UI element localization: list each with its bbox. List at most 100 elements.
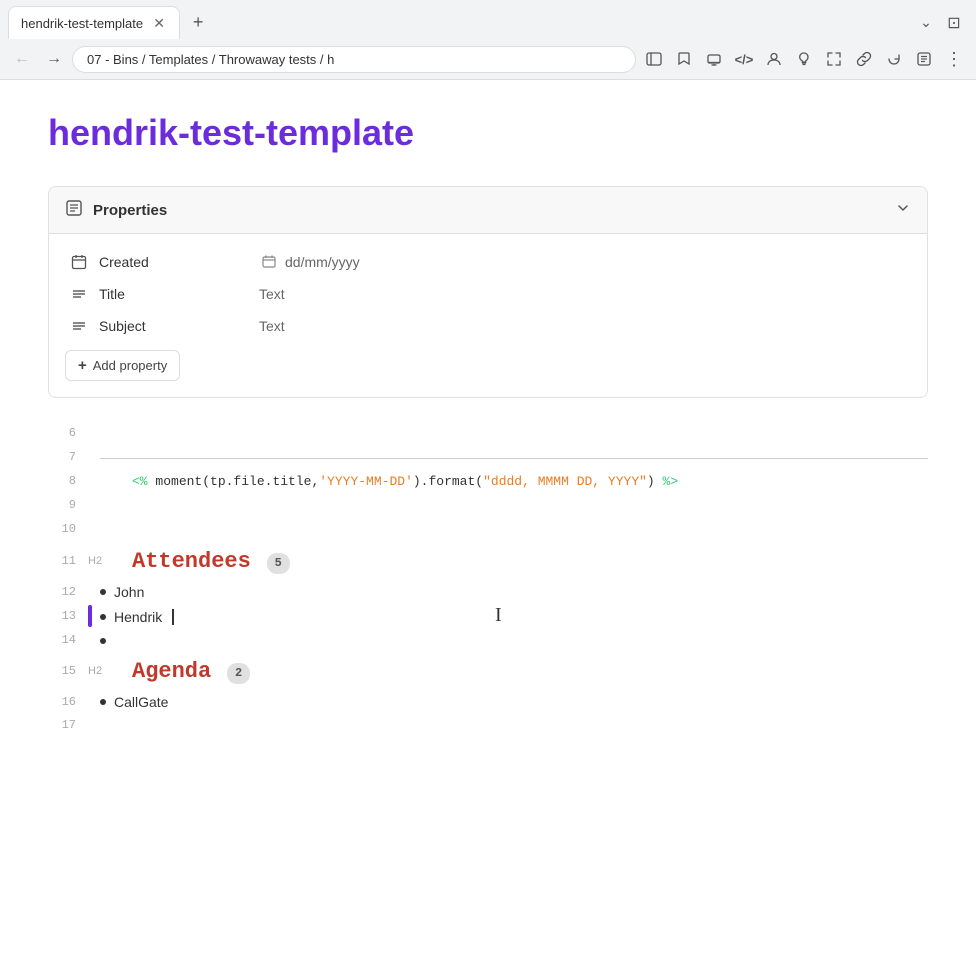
browser-chrome: hendrik-test-template ✕ + ⌄ ⊡ ← → 07 - B… [0, 0, 976, 80]
calendar-value-icon [259, 255, 279, 269]
line-number-17: 17 [48, 714, 88, 735]
lines-icon-subject [69, 318, 89, 334]
properties-header[interactable]: Properties [49, 187, 927, 234]
bullet-dot-hendrik [100, 614, 106, 620]
attendees-heading: Attendees [132, 549, 251, 574]
line-number-11: 11 [48, 550, 88, 571]
line-content-7 [100, 446, 928, 461]
line-number-15: 15 [48, 660, 88, 681]
line-type-h2-attendees: H2 [88, 551, 120, 571]
tab-end-controls: ⌄ ⊡ [912, 9, 968, 37]
code-display-format: "dddd, MMMM DD, YYYY" [483, 474, 647, 489]
back-button[interactable]: ← [8, 45, 36, 73]
cast-icon[interactable] [700, 45, 728, 73]
code-date-format-arg: 'YYYY-MM-DD' [319, 474, 413, 489]
bullet-text-callgate: CallGate [114, 691, 168, 713]
editor-line-10: 10 [48, 518, 928, 542]
agenda-badge: 2 [227, 663, 250, 684]
line-number-10: 10 [48, 518, 88, 539]
editor-area: 6 7 8 <% moment(tp.file.title,'YYYY-MM-D… [48, 422, 928, 738]
bullet-item-callgate: CallGate [100, 691, 928, 713]
properties-header-left: Properties [65, 199, 167, 221]
browser-menu-button[interactable]: ⋮ [940, 45, 968, 73]
line-content-16: CallGate [100, 689, 928, 713]
editor-line-8: 8 <% moment(tp.file.title,'YYYY-MM-DD').… [48, 470, 928, 494]
property-row-title[interactable]: Title Text [65, 278, 911, 310]
line-number-7: 7 [48, 446, 88, 467]
editor-line-14: 14 [48, 628, 928, 652]
add-property-icon: + [78, 357, 87, 374]
line-content-11: Attendees 5 [132, 542, 928, 579]
line-content-8: <% moment(tp.file.title,'YYYY-MM-DD').fo… [100, 470, 928, 493]
nav-actions: </> [640, 45, 968, 73]
editor-line-16: 16 CallGate [48, 689, 928, 713]
line-content-13: Hendrik [100, 604, 928, 628]
code-format-close: ) [647, 474, 655, 489]
editor-line-17: 17 [48, 714, 928, 738]
line-content-15: Agenda 2 [132, 652, 928, 689]
tab-bar: hendrik-test-template ✕ + ⌄ ⊡ [0, 0, 976, 39]
code-close-tag: %> [663, 474, 679, 489]
bullet-item-empty [100, 638, 928, 644]
line-content-9 [100, 494, 928, 517]
editor-line-6: 6 [48, 422, 928, 446]
add-property-label: Add property [93, 358, 167, 373]
agenda-heading: Agenda [132, 659, 211, 684]
editor-line-9: 9 [48, 494, 928, 518]
property-name-created: Created [99, 254, 259, 270]
address-text: 07 - Bins / Templates / Throwaway tests … [87, 52, 334, 67]
editor-line-11: 11 H2 Attendees 5 [48, 542, 928, 579]
editor-line-15: 15 H2 Agenda 2 [48, 652, 928, 689]
editor-line-12: 12 John [48, 579, 928, 603]
property-name-subject: Subject [99, 318, 259, 334]
bullet-dot-callgate [100, 699, 106, 705]
line-content-14 [100, 636, 928, 644]
line-number-6: 6 [48, 422, 88, 443]
line-content-12: John [100, 579, 928, 603]
refresh-icon[interactable] [880, 45, 908, 73]
address-bar[interactable]: 07 - Bins / Templates / Throwaway tests … [72, 46, 636, 73]
properties-icon [65, 199, 83, 221]
bullet-text-hendrik: Hendrik [114, 606, 162, 628]
line-number-8: 8 [48, 470, 88, 491]
lines-icon-title [69, 286, 89, 302]
cursor-i-beam: I [495, 599, 502, 631]
code-icon[interactable]: </> [730, 45, 758, 73]
add-property-button[interactable]: + Add property [65, 350, 180, 381]
page-title: hendrik-test-template [48, 112, 928, 154]
code-format-call: ).format( [413, 474, 483, 489]
property-row-subject[interactable]: Subject Text [65, 310, 911, 342]
properties-expand-icon[interactable] [895, 200, 911, 221]
line-number-9: 9 [48, 494, 88, 515]
tab-dropdown-button[interactable]: ⌄ [912, 9, 940, 37]
bulb-icon[interactable] [790, 45, 818, 73]
bullet-item-john: John [100, 581, 928, 603]
window-controls[interactable]: ⊡ [940, 9, 968, 37]
property-value-created: dd/mm/yyyy [285, 254, 360, 270]
active-tab[interactable]: hendrik-test-template ✕ [8, 6, 180, 39]
forward-button[interactable]: → [40, 45, 68, 73]
bullet-item-hendrik: Hendrik [100, 606, 928, 628]
bookmark-icon[interactable] [670, 45, 698, 73]
new-tab-button[interactable]: + [184, 9, 212, 37]
page-content: hendrik-test-template Properties [0, 80, 976, 770]
nav-bar: ← → 07 - Bins / Templates / Throwaway te… [0, 39, 976, 79]
fullscreen-icon[interactable] [820, 45, 848, 73]
editor-line-7: 7 [48, 446, 928, 470]
link-icon[interactable] [850, 45, 878, 73]
cursor-indicator-13 [88, 605, 92, 627]
line-number-14: 14 [48, 629, 88, 650]
line-type-h2-agenda: H2 [88, 661, 120, 681]
line-number-13: 13 [48, 605, 88, 626]
person-icon[interactable] [760, 45, 788, 73]
code-open-tag: <% [132, 474, 148, 489]
reader-icon[interactable] [910, 45, 938, 73]
calendar-icon [69, 254, 89, 270]
bullet-text-john: John [114, 581, 144, 603]
property-value-title: Text [259, 286, 285, 302]
properties-section: Properties Created [48, 186, 928, 398]
tab-close-button[interactable]: ✕ [151, 15, 167, 31]
property-row-created[interactable]: Created dd/mm/yyyy [65, 246, 911, 278]
line-number-12: 12 [48, 581, 88, 602]
sidebar-icon[interactable] [640, 45, 668, 73]
